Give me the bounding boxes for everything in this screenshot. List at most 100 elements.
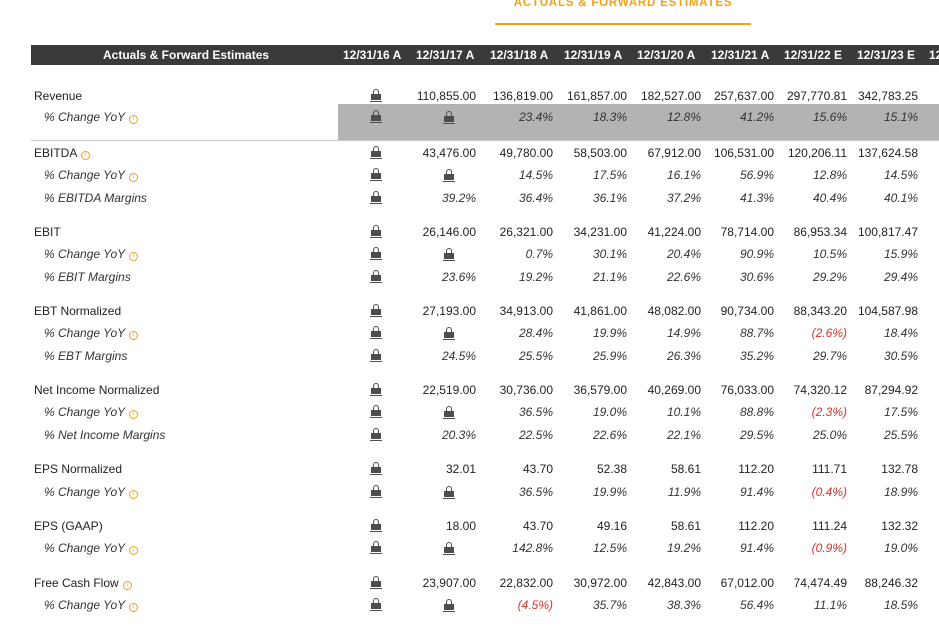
info-icon[interactable]: i bbox=[129, 546, 139, 555]
lock-icon[interactable] bbox=[370, 598, 382, 611]
value-cell: 10.1% bbox=[666, 405, 701, 419]
lock-icon[interactable] bbox=[443, 486, 455, 499]
info-icon[interactable]: i bbox=[129, 410, 139, 419]
value-cell: 88.8% bbox=[739, 405, 774, 419]
value-cell: 19.2% bbox=[666, 541, 701, 555]
lock-icon[interactable] bbox=[370, 326, 382, 339]
row-label: % EBIT Margins bbox=[44, 270, 131, 284]
value-cell: 110,855.00 bbox=[416, 89, 476, 103]
info-icon[interactable]: i bbox=[129, 252, 139, 261]
value-cell: 18.00 bbox=[445, 519, 476, 533]
value-cell: 58,503.00 bbox=[573, 146, 627, 160]
lock-icon[interactable] bbox=[443, 406, 455, 419]
value-cell: 38.3% bbox=[666, 598, 701, 612]
lock-icon[interactable] bbox=[370, 110, 382, 123]
value-cell: 67,012.00 bbox=[720, 576, 774, 590]
lock-icon[interactable] bbox=[370, 485, 382, 498]
info-icon[interactable]: i bbox=[129, 173, 139, 182]
value-cell: 15.6% bbox=[812, 110, 847, 124]
value-cell: 52.38 bbox=[596, 462, 627, 476]
value-cell: 90.9% bbox=[739, 247, 774, 261]
lock-icon[interactable] bbox=[443, 542, 455, 555]
value-cell: 23,907.00 bbox=[422, 576, 476, 590]
lock-icon[interactable] bbox=[370, 576, 382, 589]
lock-icon[interactable] bbox=[370, 270, 382, 283]
value-cell: 17.5% bbox=[883, 405, 918, 419]
value-cell: 22.6% bbox=[592, 428, 627, 442]
period-header: 12/31/23 E bbox=[857, 48, 916, 62]
value-cell: 76,033.00 bbox=[720, 383, 774, 397]
value-cell: 111.24 bbox=[812, 519, 847, 533]
lock-icon[interactable] bbox=[370, 89, 382, 102]
lock-icon[interactable] bbox=[370, 519, 382, 532]
value-cell: 257,637.00 bbox=[713, 89, 774, 103]
value-cell: 100,817.47 bbox=[857, 225, 918, 239]
info-icon[interactable]: i bbox=[129, 490, 139, 499]
period-header: 12/31/20 A bbox=[637, 48, 696, 62]
value-cell: 27,193.00 bbox=[422, 304, 476, 318]
lock-icon[interactable] bbox=[443, 327, 455, 340]
value-cell: 23.6% bbox=[441, 270, 476, 284]
info-icon[interactable]: i bbox=[129, 603, 139, 612]
value-cell: 56.9% bbox=[739, 168, 774, 182]
value-cell: 297,770.81 bbox=[786, 89, 847, 103]
lock-icon[interactable] bbox=[370, 146, 382, 159]
lock-icon[interactable] bbox=[370, 428, 382, 441]
value-cell: 88.7% bbox=[739, 326, 774, 340]
value-cell: 87,294.92 bbox=[864, 383, 918, 397]
lock-icon[interactable] bbox=[443, 248, 455, 261]
value-cell: 23.4% bbox=[518, 110, 553, 124]
lock-icon[interactable] bbox=[370, 383, 382, 396]
value-cell: 22.5% bbox=[518, 428, 553, 442]
lock-icon[interactable] bbox=[370, 225, 382, 238]
row-label-text: EPS Normalized bbox=[34, 462, 123, 476]
lock-icon[interactable] bbox=[370, 541, 382, 554]
lock-icon[interactable] bbox=[370, 247, 382, 260]
lock-icon[interactable] bbox=[370, 304, 382, 317]
value-cell: 74,474.49 bbox=[793, 576, 847, 590]
lock-icon[interactable] bbox=[370, 168, 382, 181]
info-icon[interactable]: i bbox=[81, 151, 91, 160]
value-cell: 132.32 bbox=[881, 519, 918, 533]
info-icon[interactable]: i bbox=[129, 115, 139, 124]
value-cell: 14.9% bbox=[666, 326, 701, 340]
value-cell: 25.5% bbox=[883, 428, 918, 442]
lock-icon[interactable] bbox=[370, 191, 382, 204]
value-cell: 142.8% bbox=[512, 541, 553, 555]
row-label-text: % EBIT Margins bbox=[44, 270, 131, 284]
lock-icon[interactable] bbox=[370, 349, 382, 362]
value-cell: 111.71 bbox=[812, 462, 847, 476]
lock-icon[interactable] bbox=[443, 599, 455, 612]
period-header: 12/31/16 A bbox=[343, 48, 402, 62]
value-cell: 22.6% bbox=[666, 270, 701, 284]
period-header: 12/31/19 A bbox=[564, 48, 623, 62]
period-header: 12/31/18 A bbox=[490, 48, 549, 62]
value-cell: 49.16 bbox=[596, 519, 627, 533]
value-cell: (2.6%) bbox=[811, 326, 847, 340]
info-icon[interactable]: i bbox=[129, 331, 139, 340]
value-cell: 35.7% bbox=[592, 598, 627, 612]
row-label: % Change YoY i bbox=[44, 326, 139, 340]
value-cell: 342,783.25 bbox=[857, 89, 918, 103]
lock-icon[interactable] bbox=[370, 405, 382, 418]
value-cell: (0.9%) bbox=[811, 541, 847, 555]
lock-icon[interactable] bbox=[443, 169, 455, 182]
value-cell: 25.5% bbox=[518, 349, 553, 363]
value-cell: 29.4% bbox=[883, 270, 918, 284]
row-label-text: % EBT Margins bbox=[44, 349, 128, 363]
row-label: % Change YoY i bbox=[44, 541, 139, 555]
row-label-text: % Change YoY bbox=[44, 326, 126, 340]
lock-icon[interactable] bbox=[443, 111, 455, 124]
value-cell: 30.6% bbox=[739, 270, 774, 284]
value-cell: 19.9% bbox=[592, 485, 627, 499]
value-cell: 36.5% bbox=[518, 485, 553, 499]
lock-icon[interactable] bbox=[370, 462, 382, 475]
row-label: Net Income Normalized bbox=[34, 383, 159, 397]
info-icon[interactable]: i bbox=[122, 581, 132, 590]
value-cell: 88,246.32 bbox=[864, 576, 918, 590]
row-label-text: Free Cash Flow bbox=[34, 576, 119, 590]
value-cell: 30,736.00 bbox=[499, 383, 553, 397]
value-cell: 74,320.12 bbox=[793, 383, 847, 397]
row-label: % Change YoY i bbox=[44, 598, 139, 612]
value-cell: (4.5%) bbox=[517, 598, 553, 612]
